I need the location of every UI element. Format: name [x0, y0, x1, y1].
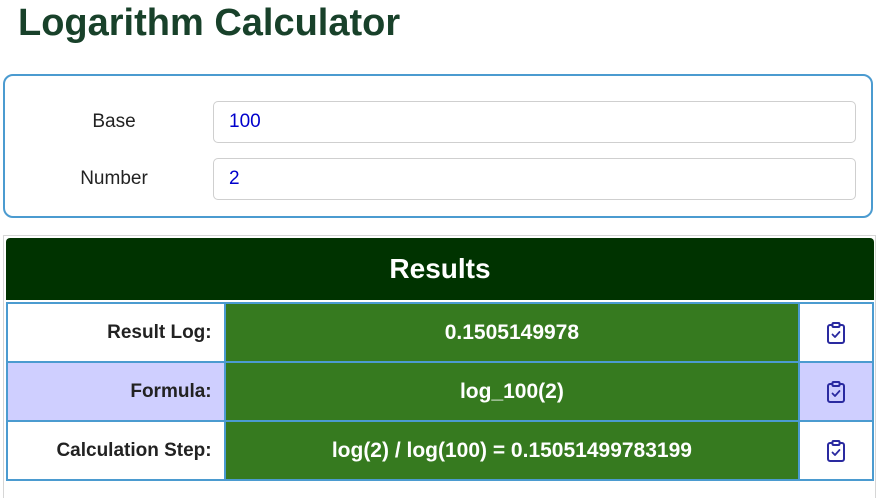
page-title: Logarithm Calculator — [18, 2, 401, 44]
copy-result-button[interactable] — [798, 302, 874, 363]
copy-calculation-button[interactable] — [798, 420, 874, 481]
result-log-label: Result Log: — [6, 302, 226, 363]
calculation-step-value: log(2) / log(100) = 0.15051499783199 — [223, 420, 801, 481]
base-label: Base — [92, 111, 136, 132]
result-log-value: 0.1505149978 — [223, 302, 801, 363]
copy-formula-button[interactable] — [798, 361, 874, 422]
formula-label: Formula: — [6, 361, 226, 422]
clipboard-check-icon[interactable] — [824, 321, 848, 345]
number-label: Number — [80, 168, 148, 189]
base-row: Base — [5, 101, 871, 143]
formula-value: log_100(2) — [223, 361, 801, 422]
clipboard-check-icon[interactable] — [824, 380, 848, 404]
number-row: Number — [5, 158, 871, 200]
table-row: Result Log: 0.1505149978 — [6, 302, 874, 363]
clipboard-check-icon[interactable] — [824, 439, 848, 463]
base-input[interactable] — [213, 101, 856, 143]
table-row: Formula: log_100(2) — [6, 361, 874, 422]
results-card: Results Result Log: 0.1505149978 Formula… — [3, 235, 876, 498]
calculation-step-label: Calculation Step: — [6, 420, 226, 481]
input-card: Base Number — [3, 74, 873, 218]
number-input[interactable] — [213, 158, 856, 200]
table-row: Calculation Step: log(2) / log(100) = 0.… — [6, 420, 874, 481]
results-table: Result Log: 0.1505149978 Formula: log_10… — [6, 302, 874, 481]
results-header: Results — [6, 238, 874, 300]
calculator-page: Logarithm Calculator Base Number Results… — [0, 0, 879, 498]
